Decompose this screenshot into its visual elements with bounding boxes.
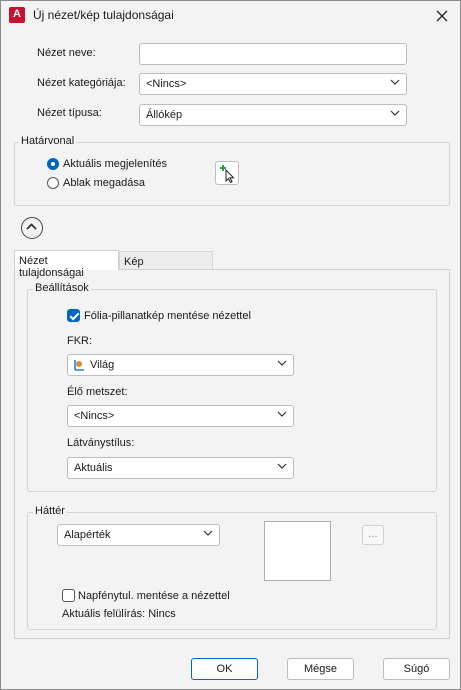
- save-layer-snapshot-label[interactable]: Fólia-pillanatkép mentése nézettel: [84, 310, 251, 322]
- close-button[interactable]: [431, 6, 453, 26]
- ucs-dropdown[interactable]: Világ: [67, 354, 294, 376]
- dialog-window: A Új nézet/kép tulajdonságai Nézet neve:…: [0, 0, 461, 690]
- pick-window-button[interactable]: [215, 161, 239, 185]
- autocad-logo-icon: A: [9, 7, 25, 23]
- view-type-dropdown[interactable]: Állókép: [139, 104, 407, 126]
- boundary-current-radio[interactable]: [47, 158, 59, 170]
- tab-view-properties-label: Nézet tulajdonságai: [19, 255, 84, 279]
- visual-style-label: Látványstílus:: [67, 437, 135, 449]
- tab-image-properties[interactable]: Kép tulajdonságai: [119, 251, 213, 280]
- save-sun-checkbox[interactable]: [62, 589, 75, 602]
- chevron-down-icon: [203, 530, 213, 536]
- ok-button[interactable]: OK: [191, 658, 258, 680]
- background-preview: [264, 521, 331, 581]
- boundary-current-label[interactable]: Aktuális megjelenítés: [63, 158, 167, 170]
- view-category-dropdown[interactable]: <Nincs>: [139, 73, 407, 95]
- boundary-window-label[interactable]: Ablak megadása: [63, 177, 145, 189]
- cancel-button[interactable]: Mégse: [287, 658, 354, 680]
- live-section-label: Élő metszet:: [67, 386, 128, 398]
- help-button[interactable]: Súgó: [383, 658, 450, 680]
- chevron-down-icon: [390, 79, 400, 85]
- title-bar: A Új nézet/kép tulajdonságai: [1, 1, 460, 31]
- view-type-value: Állókép: [146, 109, 183, 121]
- visual-style-dropdown[interactable]: Aktuális: [67, 457, 294, 479]
- view-category-value: <Nincs>: [146, 78, 187, 90]
- chevron-up-circle-icon: [26, 223, 37, 230]
- chevron-down-icon: [277, 411, 287, 417]
- view-type-label: Nézet típusa:: [37, 107, 102, 119]
- chevron-down-icon: [390, 110, 400, 116]
- view-category-label: Nézet kategóriája:: [37, 77, 126, 89]
- ucs-label: FKR:: [67, 335, 93, 347]
- ucs-value: Világ: [90, 359, 115, 371]
- chevron-down-icon: [277, 463, 287, 469]
- tab-view-properties[interactable]: Nézet tulajdonságai: [14, 250, 119, 279]
- dialog-title: Új nézet/kép tulajdonságai: [33, 8, 174, 22]
- settings-group-title: Beállítások: [33, 282, 91, 294]
- close-icon: [436, 10, 448, 22]
- override-status-text: Aktuális felülírás: Nincs: [62, 608, 176, 620]
- live-section-dropdown[interactable]: <Nincs>: [67, 405, 294, 427]
- pick-window-icon: [220, 165, 235, 184]
- live-section-value: <Nincs>: [74, 410, 115, 422]
- chevron-down-icon: [277, 360, 287, 366]
- collapse-button[interactable]: [21, 217, 43, 239]
- boundary-window-radio[interactable]: [47, 177, 59, 189]
- boundary-group-title: Határvonal: [19, 135, 77, 147]
- background-dropdown[interactable]: Alapérték: [57, 524, 220, 546]
- view-name-label: Nézet neve:: [37, 47, 96, 59]
- save-layer-snapshot-checkbox[interactable]: [67, 309, 80, 322]
- background-value: Alapérték: [64, 529, 111, 541]
- background-browse-button[interactable]: ...: [362, 525, 384, 545]
- visual-style-value: Aktuális: [74, 462, 113, 474]
- background-group-title: Háttér: [33, 505, 67, 517]
- ucs-world-icon: [74, 360, 84, 371]
- view-name-input[interactable]: [139, 43, 407, 65]
- save-sun-label[interactable]: Napfénytul. mentése a nézettel: [78, 590, 230, 602]
